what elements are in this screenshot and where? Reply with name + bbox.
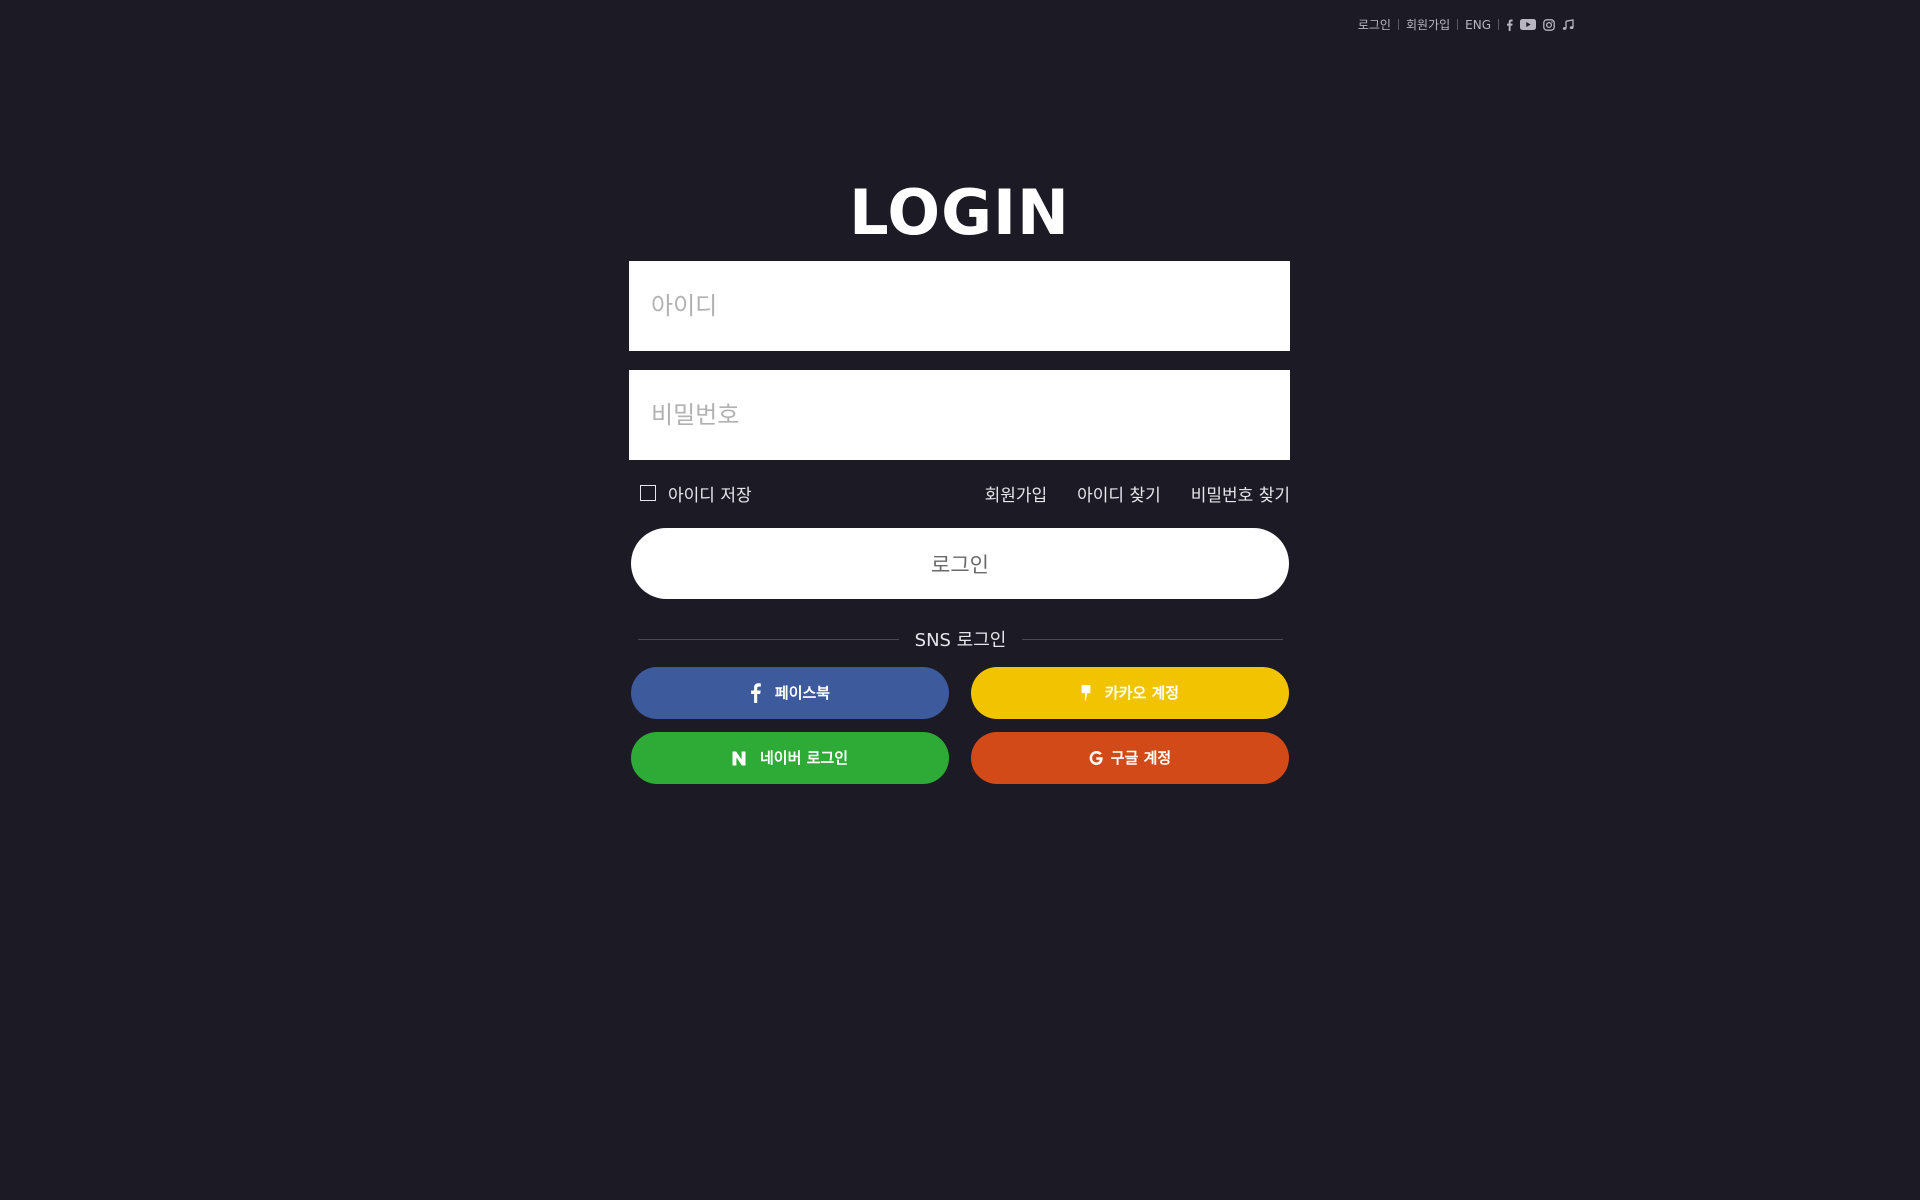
login-options-row: 아이디 저장 회원가입 아이디 찾기 비밀번호 찾기 xyxy=(629,479,1290,507)
checkbox-box[interactable] xyxy=(640,485,656,501)
naver-icon xyxy=(732,751,746,766)
sns-login-label: SNS 로그인 xyxy=(914,630,1007,651)
save-id-checkbox[interactable]: 아이디 저장 xyxy=(629,481,752,506)
find-password-link[interactable]: 비밀번호 찾기 xyxy=(1191,481,1290,506)
google-login-label: 구글 계정 xyxy=(1110,748,1172,767)
top-signup-link[interactable]: 회원가입 xyxy=(1406,16,1450,33)
language-link[interactable]: ENG xyxy=(1465,18,1491,32)
instagram-icon[interactable] xyxy=(1543,18,1555,31)
page-title: LOGIN xyxy=(849,176,1070,249)
facebook-login-button[interactable]: 페이스북 xyxy=(631,667,949,719)
social-icons xyxy=(1506,18,1574,31)
facebook-icon[interactable] xyxy=(1506,19,1513,31)
kakao-login-button[interactable]: 카카오 계정 xyxy=(971,667,1289,719)
music-icon[interactable] xyxy=(1562,18,1574,31)
divider xyxy=(1457,19,1459,30)
divider-line xyxy=(1022,638,1283,640)
facebook-login-label: 페이스북 xyxy=(774,683,831,702)
id-input[interactable] xyxy=(629,261,1290,351)
divider xyxy=(1397,19,1399,30)
youtube-icon[interactable] xyxy=(1520,19,1536,30)
divider-line xyxy=(638,638,899,640)
save-id-label: 아이디 저장 xyxy=(668,485,752,506)
divider xyxy=(1498,19,1499,30)
sns-buttons: 페이스북 카카오 계정 네이버 로그인 구글 계정 xyxy=(631,667,1290,784)
signup-link[interactable]: 회원가입 xyxy=(985,481,1048,506)
facebook-icon xyxy=(750,683,761,703)
google-login-button[interactable]: 구글 계정 xyxy=(971,732,1289,784)
kakao-login-label: 카카오 계정 xyxy=(1104,683,1180,702)
top-login-link[interactable]: 로그인 xyxy=(1358,16,1391,33)
login-button[interactable]: 로그인 xyxy=(631,528,1289,599)
account-links: 회원가입 아이디 찾기 비밀번호 찾기 xyxy=(955,481,1290,506)
kakao-icon xyxy=(1081,684,1091,702)
top-utility-nav: 로그인 회원가입 ENG xyxy=(1358,16,1574,33)
find-id-link[interactable]: 아이디 찾기 xyxy=(1077,481,1161,506)
sns-divider: SNS 로그인 xyxy=(638,627,1283,651)
password-input[interactable] xyxy=(629,370,1290,460)
naver-login-label: 네이버 로그인 xyxy=(759,748,849,767)
naver-login-button[interactable]: 네이버 로그인 xyxy=(631,732,949,784)
login-form: LOGIN 아이디 저장 회원가입 아이디 찾기 비밀번호 찾기 로그인 SNS… xyxy=(629,160,1290,784)
google-icon xyxy=(1089,750,1103,766)
